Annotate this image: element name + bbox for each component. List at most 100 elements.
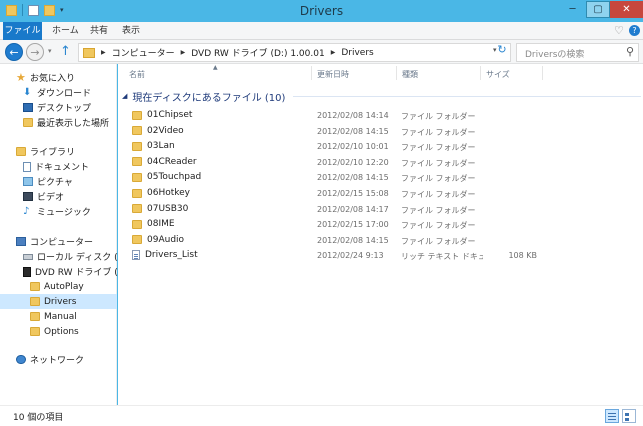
title-bar: ▾ Drivers ─ ▢ ✕ [0, 0, 643, 22]
tab-file[interactable]: ファイル [3, 22, 42, 40]
file-name: 03Lan [147, 141, 175, 152]
sidebar-item-drivers[interactable]: Drivers [0, 294, 117, 309]
file-date: 2012/02/15 15:08 [317, 189, 389, 198]
large-icons-view-button[interactable] [622, 409, 636, 423]
file-name: 08IME [147, 219, 175, 230]
sort-ascending-icon: ▲ [213, 64, 218, 71]
recent-locations-icon[interactable]: ▾ [48, 47, 52, 55]
table-row[interactable]: 07USB30 2012/02/08 14:17 ファイル フォルダー [128, 202, 638, 217]
folder-icon [30, 327, 40, 336]
tab-share[interactable]: 共有 [90, 22, 108, 40]
desktop-icon [23, 103, 33, 112]
breadcrumb-arrow-icon[interactable]: ▶ [101, 49, 106, 56]
expand-ribbon-icon[interactable]: ♡ [614, 24, 624, 37]
refresh-icon[interactable]: ↻ [495, 43, 509, 57]
file-type: ファイル フォルダー [401, 190, 476, 199]
up-icon[interactable]: ↑ [60, 44, 71, 59]
folder-icon [132, 219, 142, 229]
maximize-button[interactable]: ▢ [586, 1, 610, 18]
details-view-button[interactable] [605, 409, 619, 423]
star-icon: ★ [16, 71, 26, 84]
sidebar-item-computer[interactable]: コンピューター [16, 234, 133, 249]
breadcrumb-computer[interactable]: コンピューター [112, 46, 175, 59]
file-name: 07USB30 [147, 203, 189, 214]
folder-icon [132, 157, 142, 167]
folder-icon [132, 235, 142, 245]
breadcrumb-dvd-drive[interactable]: DVD RW ドライブ (D:) 1.00.01 [191, 46, 324, 59]
table-row[interactable]: 03Lan 2012/02/10 10:01 ファイル フォルダー [128, 139, 638, 154]
breadcrumb-drivers[interactable]: Drivers [341, 48, 373, 58]
file-date: 2012/02/08 14:14 [317, 111, 389, 120]
column-header-size[interactable]: サイズ [486, 69, 510, 80]
explorer-window: ▾ Drivers ─ ▢ ✕ ファイル ホーム 共有 表示 ♡ ? ← → ▾… [0, 0, 643, 426]
table-row[interactable]: 01Chipset 2012/02/08 14:14 ファイル フォルダー [128, 108, 638, 123]
file-type: ファイル フォルダー [401, 127, 476, 137]
tab-view[interactable]: 表示 [122, 22, 140, 40]
search-placeholder: Driversの検索 [525, 50, 585, 60]
back-button[interactable]: ← [5, 43, 23, 61]
help-icon[interactable]: ? [629, 25, 640, 36]
address-bar[interactable]: ▶ コンピューター ▶ DVD RW ドライブ (D:) 1.00.01 ▶ D… [78, 43, 511, 62]
item-count: 10 個の項目 [13, 413, 64, 423]
file-date: 2012/02/15 17:00 [317, 220, 389, 230]
ribbon-tabs: ファイル ホーム 共有 表示 ♡ ? [0, 22, 643, 40]
sidebar-item-favorites[interactable]: ★ お気に入り [16, 70, 133, 85]
file-name: 05Touchpad [147, 172, 202, 183]
pictures-icon [23, 177, 33, 186]
table-row[interactable]: 02Video 2012/02/08 14:15 ファイル フォルダー [128, 124, 638, 139]
group-header[interactable]: ◢ 現在ディスクにあるファイル (10) [122, 89, 641, 104]
breadcrumb-arrow-icon[interactable]: ▶ [331, 49, 336, 56]
folder-icon [30, 282, 40, 291]
network-icon [16, 355, 26, 364]
folder-icon [132, 172, 142, 182]
file-date: 2012/02/08 14:15 [317, 126, 389, 136]
table-row[interactable]: 09Audio 2012/02/08 14:15 ファイル フォルダー [128, 233, 638, 248]
file-name: 04CReader [147, 156, 197, 167]
navigation-pane: ★ お気に入り ⬇ ダウンロード デスクトップ 最近表示した場所 ライブラリ ド… [0, 64, 130, 405]
minimize-button[interactable]: ─ [560, 1, 585, 18]
computer-icon [16, 237, 26, 246]
download-icon: ⬇ [23, 87, 32, 98]
file-list: 名前 ▲ 更新日時 種類 サイズ ◢ 現在ディスクにあるファイル (10) 01… [118, 64, 643, 405]
column-header-date[interactable]: 更新日時 [317, 69, 349, 80]
music-icon: ♪ [23, 206, 30, 217]
file-date: 2012/02/08 14:15 [317, 235, 389, 245]
documents-icon [23, 161, 31, 172]
collapse-group-icon[interactable]: ◢ [122, 92, 127, 100]
column-header-name[interactable]: 名前 [129, 69, 145, 80]
search-icon[interactable]: ⚲ [626, 45, 634, 58]
table-row[interactable]: Drivers_List 2012/02/24 9:13 リッチ テキスト ドキュ.… [128, 248, 638, 263]
table-row[interactable]: 08IME 2012/02/15 17:00 ファイル フォルダー [128, 217, 638, 232]
file-date: 2012/02/08 14:17 [317, 204, 389, 214]
file-type: ファイル フォルダー [401, 143, 476, 153]
file-type: リッチ テキスト ドキュ... [401, 252, 483, 262]
sidebar-item-network[interactable]: ネットワーク [16, 352, 133, 367]
drive-icon [23, 253, 33, 260]
column-header-type[interactable]: 種類 [402, 69, 418, 80]
file-type: ファイル フォルダー [401, 205, 476, 215]
close-button[interactable]: ✕ [610, 1, 643, 18]
file-date: 2012/02/10 12:20 [317, 157, 389, 167]
file-name: 09Audio [147, 234, 185, 245]
table-row[interactable]: 05Touchpad 2012/02/08 14:15 ファイル フォルダー [128, 170, 638, 185]
file-type: ファイル フォルダー [401, 174, 476, 184]
sidebar-item-libraries[interactable]: ライブラリ [16, 144, 133, 159]
folder-icon [83, 48, 95, 58]
file-type: ファイル フォルダー [401, 236, 476, 246]
file-date: 2012/02/24 9:13 [317, 251, 384, 261]
forward-button[interactable]: → [26, 43, 44, 61]
folder-icon [132, 126, 142, 136]
recent-places-icon [23, 118, 33, 127]
breadcrumb-arrow-icon[interactable]: ▶ [181, 49, 186, 56]
status-bar: 10 個の項目 [0, 405, 643, 426]
window-title: Drivers [299, 4, 344, 18]
navigation-bar: ← → ▾ ↑ ▶ コンピューター ▶ DVD RW ドライブ (D:) 1.0… [0, 40, 643, 64]
table-row[interactable]: 04CReader 2012/02/10 12:20 ファイル フォルダー [128, 155, 638, 170]
file-name: Drivers_List [145, 250, 198, 261]
search-input[interactable]: Driversの検索 ⚲ [516, 43, 639, 62]
file-type: ファイル フォルダー [401, 112, 476, 121]
file-type: ファイル フォルダー [401, 221, 476, 231]
tab-home[interactable]: ホーム [52, 22, 79, 40]
table-row[interactable]: 06Hotkey 2012/02/15 15:08 ファイル フォルダー [128, 186, 638, 201]
group-title: 現在ディスクにあるファイル (10) [132, 92, 286, 104]
